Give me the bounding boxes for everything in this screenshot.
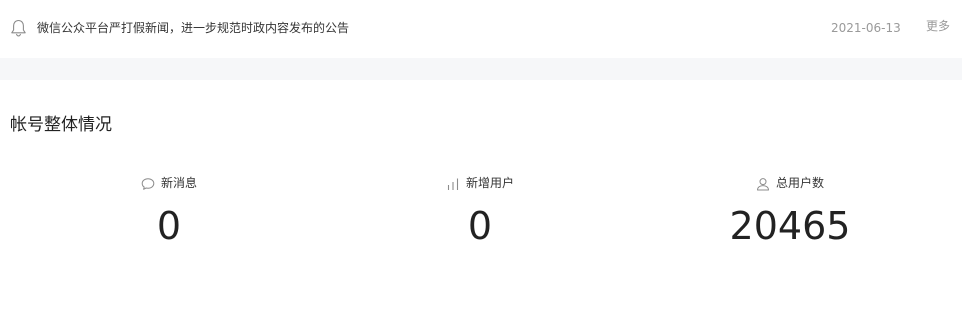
bar-chart-icon [446,176,460,190]
bell-icon [10,19,27,37]
stat-label: 总用户数 [775,176,824,190]
user-icon [756,176,770,191]
stat-new-users: 新增用户 0 [370,174,590,254]
stat-new-messages: 新消息 0 [59,174,279,254]
stat-value: 0 [467,204,493,248]
stat-value: 20465 [729,204,851,248]
stat-total-users: 总用户数 20465 [680,174,900,254]
section-title: 帐号整体情况 [10,115,112,135]
more-link[interactable]: 更多 [926,17,950,35]
stat-label: 新消息 [160,176,197,190]
notice-link[interactable]: 微信公众平台严打假新闻，进一步规范时政内容发布的公告 [37,19,349,37]
stat-value: 0 [156,204,182,248]
stat-header: 总用户数 [680,174,900,192]
stat-label: 新增用户 [465,176,514,190]
notice-date: 2021-06-13 [831,21,901,35]
stat-header: 新消息 [59,174,279,192]
account-overview-section: 帐号整体情况 新消息 0 新增用户 0 总用户数 20465 [0,80,962,310]
stat-header: 新增用户 [370,174,590,192]
notice-bar: 微信公众平台严打假新闻，进一步规范时政内容发布的公告 2021-06-13 更多 [0,0,962,58]
chat-bubble-icon [141,176,155,190]
section-divider [0,58,962,80]
